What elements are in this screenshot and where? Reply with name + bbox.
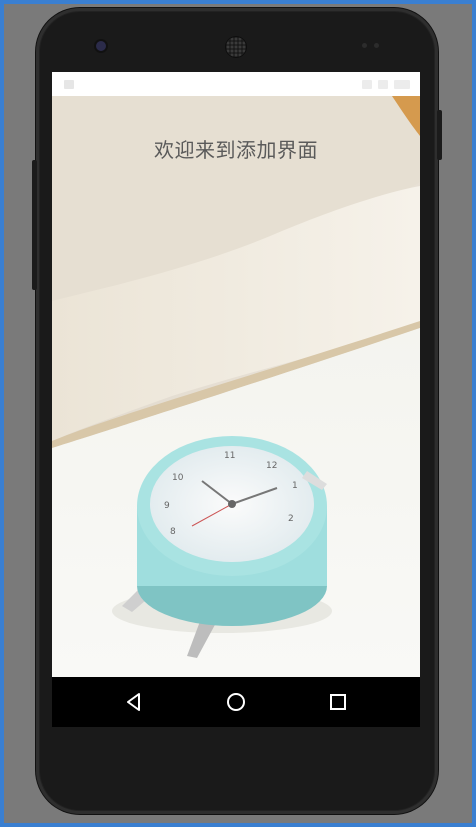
svg-text:1: 1 <box>292 481 298 491</box>
recents-icon[interactable] <box>326 690 350 714</box>
status-icons <box>362 80 410 89</box>
navigation-bar <box>52 677 420 727</box>
clock-placeholder-icon <box>394 80 410 89</box>
light-sensor <box>374 43 379 48</box>
svg-text:2: 2 <box>288 514 294 524</box>
svg-text:12: 12 <box>266 461 277 471</box>
battery-icon <box>378 80 388 89</box>
svg-text:11: 11 <box>224 451 235 461</box>
status-bar <box>52 72 420 96</box>
svg-text:8: 8 <box>170 527 176 537</box>
front-camera <box>96 41 106 51</box>
notification-icon <box>64 80 74 89</box>
signal-icon <box>362 80 372 89</box>
power-button[interactable] <box>437 110 442 160</box>
add-screen-content: 11 12 1 10 9 8 2 欢迎来到添加界面 <box>52 96 420 677</box>
proximity-sensor <box>362 43 367 48</box>
home-icon[interactable] <box>224 690 248 714</box>
phone-screen: 11 12 1 10 9 8 2 欢迎来到添加界面 <box>52 72 420 727</box>
welcome-title: 欢迎来到添加界面 <box>154 138 318 162</box>
svg-text:9: 9 <box>164 501 170 511</box>
background-image: 11 12 1 10 9 8 2 <box>52 96 420 677</box>
earpiece-speaker <box>226 37 246 57</box>
back-icon[interactable] <box>122 690 146 714</box>
volume-button[interactable] <box>32 160 37 290</box>
svg-text:10: 10 <box>172 473 184 483</box>
